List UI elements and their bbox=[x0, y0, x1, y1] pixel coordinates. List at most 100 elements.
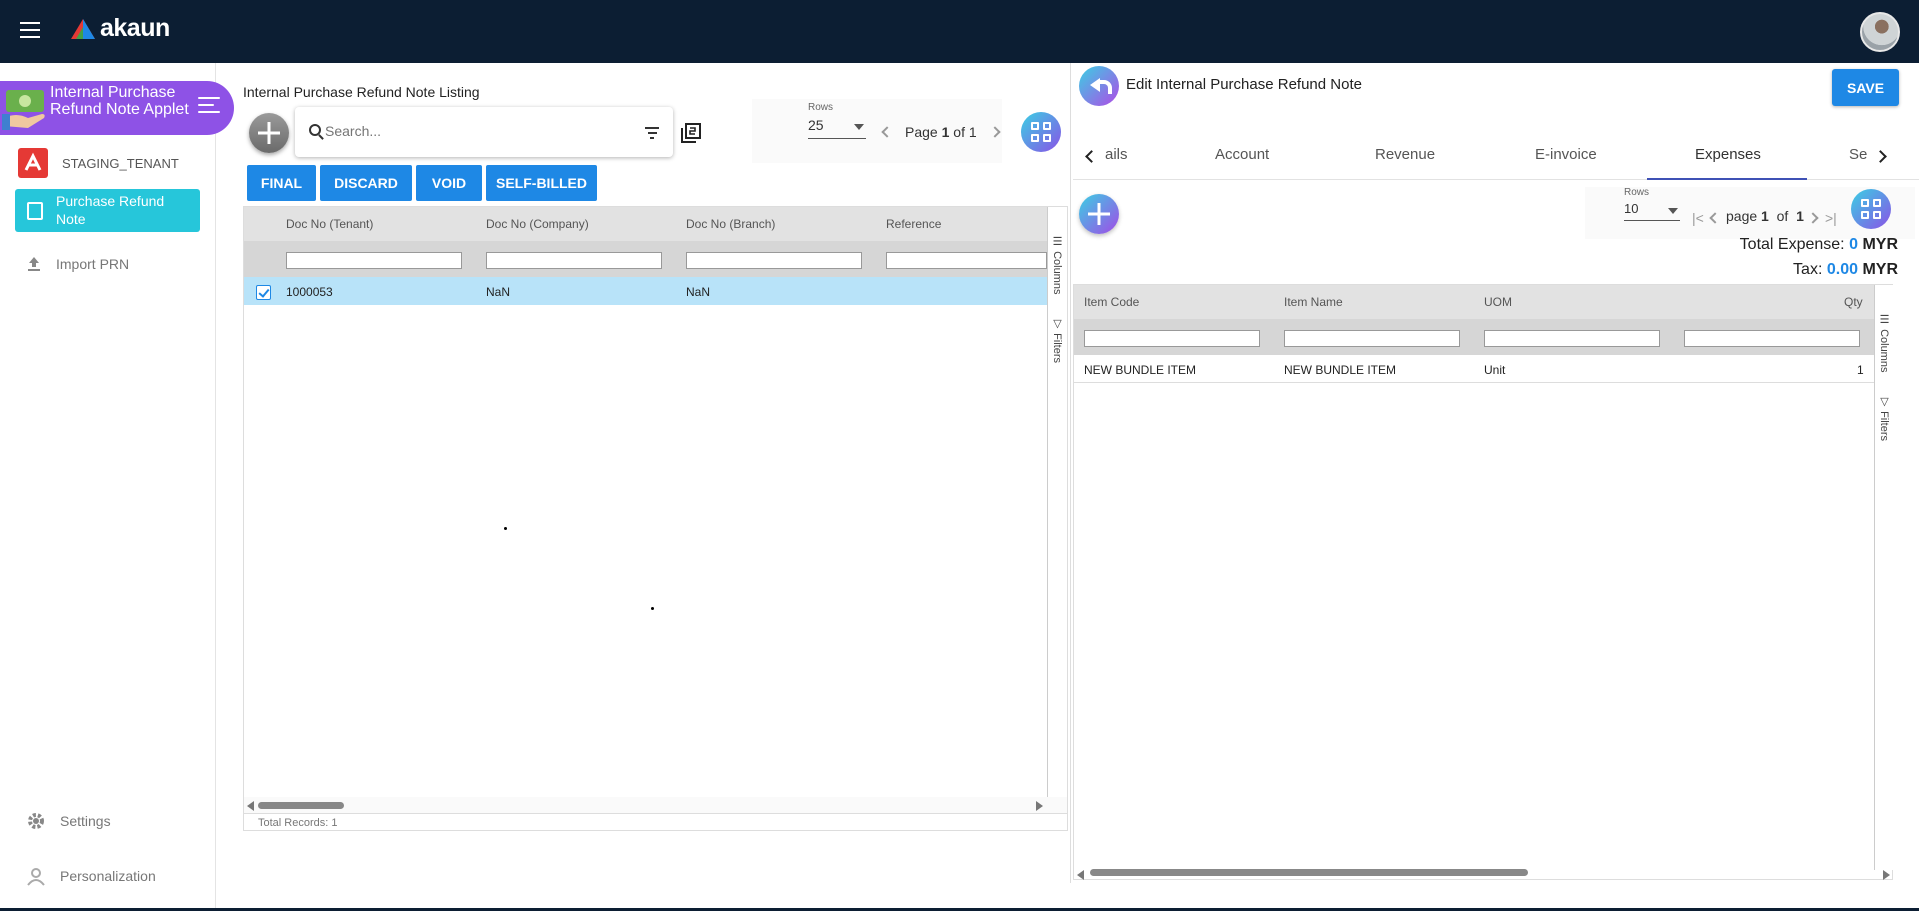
page-indicator: Page 1 of 1 bbox=[905, 124, 977, 140]
document-list-icon bbox=[27, 202, 43, 220]
void-button[interactable]: VOID bbox=[416, 165, 482, 201]
money-refund-icon bbox=[2, 90, 45, 130]
applet-banner: Internal Purchase Refund Note Applet bbox=[0, 81, 234, 135]
filters-tool-tab[interactable]: ▽ Filters bbox=[1878, 395, 1891, 441]
scroll-left-icon[interactable] bbox=[247, 801, 254, 811]
edit-panel: Edit Internal Purchase Refund Note SAVE … bbox=[1070, 63, 1919, 883]
table-header: Item Code Item Name UOM Qty bbox=[1074, 285, 1874, 319]
filter-input-doc-no-branch[interactable] bbox=[686, 252, 862, 269]
brand-name: akaun bbox=[100, 14, 170, 42]
horizontal-scrollbar[interactable] bbox=[1074, 866, 1892, 880]
page-current: 1 bbox=[941, 124, 950, 140]
sidebar-item-purchase-refund-note[interactable]: Purchase Refund Note bbox=[15, 189, 200, 232]
column-header[interactable]: Doc No (Tenant) bbox=[286, 217, 373, 231]
tax-label: Tax: bbox=[1793, 261, 1823, 278]
side-tool-panel: ☰ Columns ▽ Filters bbox=[1047, 207, 1067, 797]
scroll-right-icon[interactable] bbox=[1036, 801, 1043, 811]
page-indicator: page 1 of 1 bbox=[1726, 208, 1804, 224]
column-header[interactable]: Doc No (Company) bbox=[486, 217, 589, 231]
table-row[interactable]: 1000053 NaN NaN bbox=[244, 277, 1047, 305]
columns-tool-tab[interactable]: ☰ Columns bbox=[1051, 235, 1064, 294]
column-header[interactable]: Reference bbox=[886, 217, 941, 231]
table-row[interactable]: NEW BUNDLE ITEM NEW BUNDLE ITEM Unit 1 bbox=[1074, 355, 1874, 383]
total-expense: Total Expense: 0 MYR bbox=[1740, 236, 1898, 254]
save-button[interactable]: SAVE bbox=[1832, 69, 1899, 106]
total-expense-currency: MYR bbox=[1862, 236, 1898, 253]
columns-tool-label: Columns bbox=[1051, 251, 1063, 295]
grid-view-button[interactable] bbox=[1851, 189, 1891, 229]
horizontal-scrollbar[interactable] bbox=[244, 797, 1067, 813]
filter-input-doc-no-tenant[interactable] bbox=[286, 252, 462, 269]
self-billed-button[interactable]: SELF-BILLED bbox=[486, 165, 597, 201]
tab-expenses[interactable]: Expenses bbox=[1695, 146, 1761, 163]
page-title: Internal Purchase Refund Note Listing bbox=[243, 84, 480, 100]
sidebar-item-settings[interactable]: Settings bbox=[26, 811, 111, 831]
filter-icon[interactable] bbox=[645, 127, 659, 139]
menu-icon[interactable] bbox=[20, 22, 40, 38]
first-page-icon[interactable]: |< bbox=[1692, 210, 1704, 226]
discard-button[interactable]: DISCARD bbox=[320, 165, 412, 201]
filter-input-doc-no-company[interactable] bbox=[486, 252, 662, 269]
tenant-logo-icon bbox=[18, 148, 48, 178]
cell-doc-no-company: NaN bbox=[486, 285, 511, 299]
upload-icon bbox=[28, 257, 40, 271]
column-header[interactable]: Item Code bbox=[1084, 295, 1139, 309]
filter-input-uom[interactable] bbox=[1484, 330, 1660, 347]
page-word: Page bbox=[905, 124, 938, 140]
tax-currency: MYR bbox=[1862, 261, 1898, 278]
scroll-thumb[interactable] bbox=[1090, 869, 1528, 876]
column-header[interactable]: Doc No (Branch) bbox=[686, 217, 775, 231]
sidebar-item-import-prn[interactable]: Import PRN bbox=[26, 256, 129, 272]
total-expense-label: Total Expense: bbox=[1739, 236, 1845, 253]
tab-settings[interactable]: Se bbox=[1849, 146, 1867, 163]
scroll-thumb[interactable] bbox=[258, 802, 344, 809]
chevron-down-icon bbox=[1668, 208, 1678, 214]
cell-item-name: NEW BUNDLE ITEM bbox=[1284, 363, 1397, 377]
row-checkbox[interactable] bbox=[256, 285, 271, 300]
search-input[interactable] bbox=[325, 120, 625, 142]
column-header[interactable]: Qty bbox=[1844, 295, 1863, 309]
filter-input-reference[interactable] bbox=[886, 252, 1047, 269]
tab-revenue[interactable]: Revenue bbox=[1375, 146, 1435, 163]
chevron-down-icon bbox=[854, 124, 864, 130]
chevron-left-icon[interactable] bbox=[1085, 150, 1098, 163]
scroll-left-icon[interactable] bbox=[1077, 870, 1084, 880]
tab-bar: ails Account Revenue E-invoice Expenses … bbox=[1073, 132, 1919, 180]
last-page-icon[interactable]: >| bbox=[1825, 210, 1837, 226]
user-avatar[interactable] bbox=[1860, 12, 1900, 52]
filter-input-item-name[interactable] bbox=[1284, 330, 1460, 347]
sidebar-item-label: Settings bbox=[60, 813, 111, 829]
sidebar-item-personalization[interactable]: Personalization bbox=[26, 866, 156, 886]
filter-input-qty[interactable] bbox=[1684, 330, 1860, 347]
stray-dot bbox=[651, 607, 654, 610]
total-expense-value: 0 bbox=[1849, 236, 1858, 253]
tab-e-invoice[interactable]: E-invoice bbox=[1535, 146, 1597, 163]
scroll-right-icon[interactable] bbox=[1883, 870, 1890, 880]
add-expense-button[interactable] bbox=[1079, 194, 1119, 234]
filter-input-item-code[interactable] bbox=[1084, 330, 1260, 347]
back-button[interactable] bbox=[1079, 66, 1119, 106]
table-filter-row bbox=[1074, 319, 1874, 355]
tax-total: Tax: 0.00 MYR bbox=[1793, 261, 1898, 279]
add-button[interactable] bbox=[249, 113, 289, 153]
total-records: Total Records: 1 bbox=[244, 813, 1067, 831]
tenant-selector[interactable]: STAGING_TENANT bbox=[18, 148, 179, 178]
rows-per-page-select[interactable]: 10 bbox=[1624, 201, 1680, 221]
grid-view-button[interactable] bbox=[1021, 112, 1061, 152]
final-button[interactable]: FINAL bbox=[247, 165, 316, 201]
rows-label: Rows bbox=[1624, 187, 1650, 198]
cell-doc-no-branch: NaN bbox=[686, 285, 711, 299]
column-header[interactable]: Item Name bbox=[1284, 295, 1343, 309]
multi-select-icon[interactable] bbox=[680, 122, 702, 144]
tab-details[interactable]: ails bbox=[1105, 146, 1128, 163]
brand-logo[interactable]: akaun bbox=[70, 14, 170, 43]
tax-value: 0.00 bbox=[1826, 261, 1858, 278]
collapse-sidebar-icon[interactable] bbox=[198, 97, 224, 119]
rows-per-page-select[interactable]: 25 bbox=[808, 117, 866, 139]
page-of: of bbox=[1776, 208, 1789, 224]
column-header[interactable]: UOM bbox=[1484, 295, 1512, 309]
chevron-right-icon[interactable] bbox=[1874, 150, 1887, 163]
filters-tool-tab[interactable]: ▽ Filters bbox=[1051, 317, 1064, 363]
tab-account[interactable]: Account bbox=[1215, 146, 1269, 163]
columns-tool-tab[interactable]: ☰ Columns bbox=[1878, 313, 1891, 372]
